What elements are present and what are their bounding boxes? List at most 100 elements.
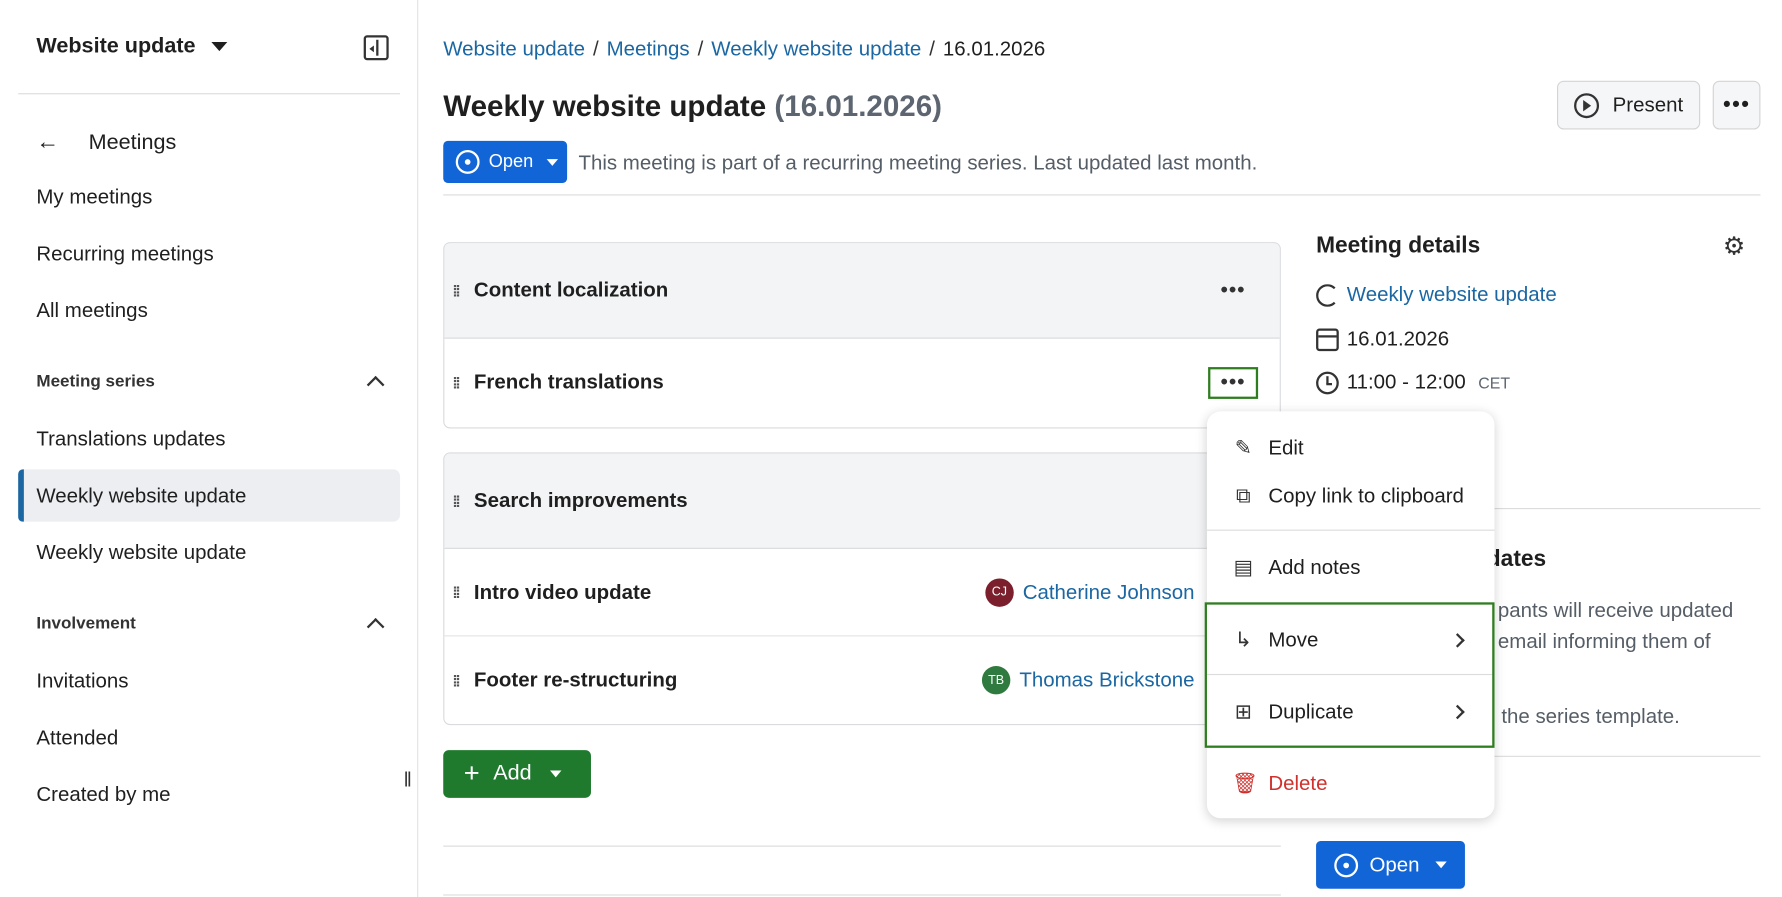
breadcrumb-separator: / (697, 37, 704, 61)
section-involvement[interactable]: Involvement (36, 614, 388, 636)
status-label: Open (488, 151, 534, 172)
gear-icon[interactable]: ⚙ (1723, 232, 1745, 262)
status-description: This meeting is part of a recurring meet… (578, 151, 1258, 174)
more-actions-button[interactable]: ••• (1712, 80, 1761, 130)
project-switcher[interactable]: Website update (36, 34, 228, 59)
detail-time: 11:00 - 12:00 CET (1316, 370, 1510, 394)
resize-handle-icon[interactable]: ‖ (403, 768, 411, 792)
divider (443, 194, 1761, 196)
chevron-up-icon (366, 375, 385, 394)
present-button[interactable]: Present (1557, 80, 1701, 130)
avatar: TB (981, 665, 1011, 695)
breadcrumb-meetings[interactable]: Meetings (607, 38, 690, 62)
breadcrumb-current: 16.01.2026 (942, 37, 1046, 61)
sidebar-item-attended[interactable]: Attended (18, 711, 400, 763)
item-owner[interactable]: TB Thomas Brickstone (981, 665, 1194, 695)
detail-time-value: 11:00 - 12:00 (1346, 370, 1466, 394)
status-circle-icon (455, 150, 480, 174)
menu-label: Copy link to clipboard (1268, 483, 1464, 507)
timezone: CET (1478, 373, 1511, 392)
menu-label: Delete (1268, 771, 1328, 794)
recurring-icon (1316, 283, 1339, 307)
title-date: (16.01.2026) (774, 88, 942, 123)
menu-item-copy-link[interactable]: ⧉ Copy link to clipboard (1207, 472, 1495, 520)
pencil-icon: ✎ (1234, 435, 1252, 459)
caret-down-icon (546, 158, 559, 166)
breadcrumb-project[interactable]: Website update (443, 38, 585, 62)
notes-icon: ▤ (1233, 555, 1253, 578)
updates-text: pants will receive updated (1497, 598, 1734, 622)
item-owner[interactable]: CJ Catherine Johnson (985, 577, 1195, 607)
collapse-sidebar-icon[interactable] (363, 35, 389, 61)
trash-icon: 🗑 (1231, 771, 1258, 794)
play-icon (1574, 92, 1600, 118)
drag-handle-icon[interactable]: ⁞⁞ (452, 374, 463, 390)
sidebar-item-translations-updates[interactable]: Translations updates (18, 413, 400, 465)
caret-down-icon (211, 42, 228, 52)
caret-down-icon (1435, 861, 1447, 869)
breadcrumb-series[interactable]: Weekly website update (711, 38, 921, 62)
detail-date-value: 16.01.2026 (1346, 327, 1450, 351)
section-more-button[interactable]: ••• (1208, 274, 1258, 306)
updates-text: email informing them of (1497, 629, 1711, 653)
agenda-item-title: Intro video update (473, 580, 652, 603)
sidebar-item-recurring-meetings[interactable]: Recurring meetings (18, 227, 400, 279)
agenda-section: ⁞⁞ Content localization ••• ⁞⁞ French tr… (443, 242, 1281, 429)
sidebar-item-my-meetings[interactable]: My meetings (18, 170, 400, 222)
drag-handle-icon[interactable]: ⁞⁞ (452, 584, 463, 600)
plus-icon: + (463, 758, 480, 789)
calendar-icon (1316, 327, 1339, 351)
add-label: Add (493, 761, 532, 786)
menu-item-delete[interactable]: 🗑 Delete (1207, 759, 1495, 807)
add-agenda-button[interactable]: + Add (443, 750, 591, 798)
menu-divider (1206, 529, 1495, 531)
copy-icon: ⧉ (1236, 483, 1251, 507)
divider (443, 894, 1281, 896)
sidebar: Website update ← Meetings My meetings Re… (0, 0, 419, 897)
sidebar-item-weekly-website-update[interactable]: Weekly website update (18, 526, 400, 578)
sidebar-item-weekly-website-update-active[interactable]: Weekly website update (18, 469, 401, 522)
agenda-section: ⁞⁞ Search improvements ⁞⁞ Intro video up… (443, 452, 1281, 726)
owner-name[interactable]: Catherine Johnson (1023, 580, 1195, 604)
section-meeting-series[interactable]: Meeting series (36, 371, 388, 394)
agenda-item-title: Footer re-structuring (473, 668, 678, 691)
agenda-item[interactable]: ⁞⁞ French translations ••• (444, 339, 1279, 427)
breadcrumb-separator: / (929, 37, 935, 61)
caret-down-icon (549, 770, 562, 778)
breadcrumb: Website update / Meetings / Weekly websi… (443, 38, 1045, 62)
menu-item-add-notes[interactable]: ▤ Add notes (1207, 543, 1495, 591)
agenda-section-header[interactable]: ⁞⁞ Content localization ••• (444, 243, 1280, 339)
drag-handle-icon[interactable]: ⁞⁞ (452, 672, 463, 688)
open-label: Open (1369, 852, 1420, 876)
series-link[interactable]: Weekly website update (1347, 283, 1557, 307)
updates-text: the series template. (1501, 704, 1680, 728)
menu-label: Add notes (1268, 555, 1361, 578)
owner-name[interactable]: Thomas Brickstone (1019, 668, 1194, 692)
agenda-item[interactable]: ⁞⁞ Intro video update CJ Catherine Johns… (444, 549, 1280, 637)
agenda-section-header[interactable]: ⁞⁞ Search improvements (444, 453, 1280, 549)
divider (443, 845, 1281, 847)
sidebar-item-all-meetings[interactable]: All meetings (18, 284, 400, 336)
project-name: Website update (36, 34, 196, 58)
section-title: Content localization (473, 278, 669, 302)
menu-item-edit[interactable]: ✎ Edit (1207, 424, 1495, 472)
avatar: CJ (985, 577, 1014, 607)
detail-series: Weekly website update (1316, 283, 1557, 307)
arrow-left-icon: ← (36, 129, 60, 155)
details-heading: Meeting details (1316, 232, 1481, 258)
sidebar-item-invitations[interactable]: Invitations (18, 655, 400, 707)
meeting-state-button[interactable]: Open (1316, 841, 1465, 889)
section-label: Meeting series (36, 371, 155, 391)
meeting-status-button[interactable]: Open (443, 140, 568, 183)
drag-handle-icon[interactable]: ⁞⁞ (452, 493, 463, 509)
clock-icon (1316, 371, 1339, 394)
highlight-box (1204, 602, 1495, 748)
agenda-item[interactable]: ⁞⁞ Footer re-structuring TB Thomas Brick… (444, 636, 1279, 724)
detail-date: 16.01.2026 (1316, 327, 1449, 351)
back-to-meetings[interactable]: ← Meetings (36, 130, 176, 156)
sidebar-item-created-by-me[interactable]: Created by me (18, 768, 400, 820)
drag-handle-icon[interactable]: ⁞⁞ (452, 282, 463, 298)
title-text: Weekly website update (443, 88, 767, 123)
back-label: Meetings (88, 130, 177, 154)
item-more-button[interactable]: ••• (1208, 366, 1259, 399)
